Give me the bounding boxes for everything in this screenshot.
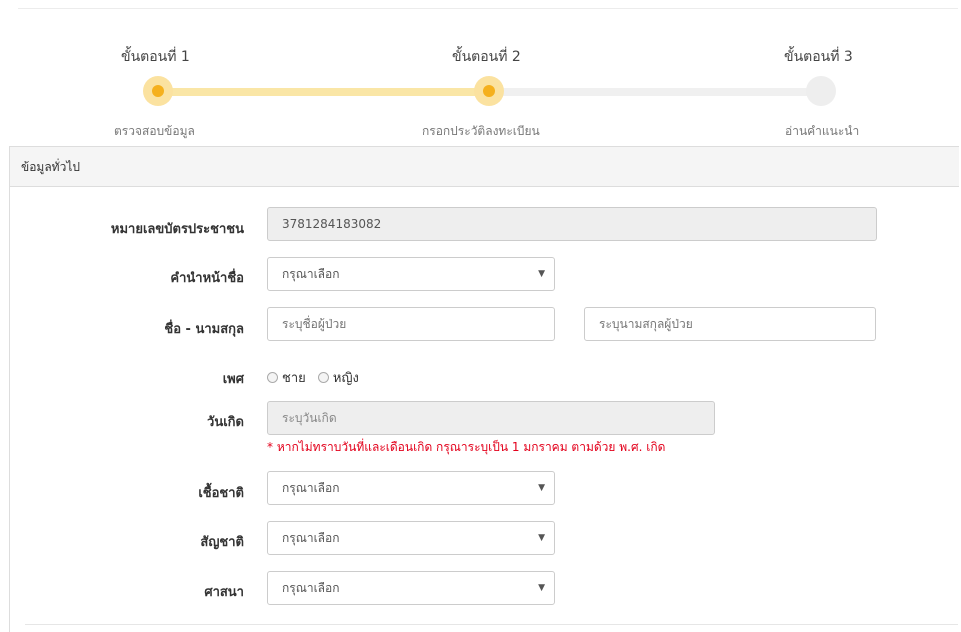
- stepper-track-pending: [488, 88, 823, 96]
- bottom-divider: [25, 624, 958, 625]
- prefix-select[interactable]: กรุณาเลือก ▼: [267, 257, 555, 291]
- step-1-title: ขั้นตอนที่ 1: [121, 49, 190, 65]
- birthdate-hint: * หากไม่ทราบวันที่และเดือนเกิด กรุณาระบุ…: [267, 440, 666, 454]
- gender-radio-group: ชาย หญิง: [267, 367, 367, 388]
- step-3-indicator: [806, 76, 836, 106]
- step-1-subtitle: ตรวจสอบข้อมูล: [114, 124, 195, 138]
- id-card-field: 3781284183082: [267, 207, 877, 241]
- id-card-label: หมายเลขบัตรประชาชน: [110, 222, 244, 237]
- religion-label: ศาสนา: [204, 585, 244, 600]
- registration-stepper: ขั้นตอนที่ 1 ตรวจสอบข้อมูล ขั้นตอนที่ 2 …: [0, 0, 961, 146]
- nationality-label: สัญชาติ: [200, 535, 244, 550]
- step-3-subtitle: อ่านคำแนะนำ: [785, 124, 860, 138]
- caret-down-icon: ▼: [538, 483, 545, 493]
- first-name-input[interactable]: [267, 307, 555, 341]
- gender-female-label[interactable]: หญิง: [333, 371, 359, 386]
- prefix-label: คำนำหน้าชื่อ: [170, 271, 244, 286]
- gender-label: เพศ: [222, 372, 244, 387]
- gender-female-radio[interactable]: [317, 372, 329, 383]
- gender-male-radio[interactable]: [267, 372, 278, 383]
- prefix-select-value: กรุณาเลือก: [282, 267, 340, 281]
- caret-down-icon: ▼: [538, 583, 545, 593]
- ethnicity-select-value: กรุณาเลือก: [282, 481, 340, 495]
- step-3-title: ขั้นตอนที่ 3: [784, 49, 853, 65]
- birthdate-input[interactable]: ระบุวันเกิด: [267, 401, 715, 435]
- ethnicity-label: เชื้อชาติ: [198, 486, 244, 501]
- birthdate-label: วันเกิด: [207, 415, 244, 430]
- step-2-subtitle: กรอกประวัติลงทะเบียน: [422, 124, 540, 138]
- panel-title: ข้อมูลทั่วไป: [10, 147, 959, 187]
- step-1-indicator: [143, 76, 173, 106]
- stepper-track-completed: [158, 88, 488, 96]
- step-2-title: ขั้นตอนที่ 2: [452, 49, 521, 65]
- gender-male-label[interactable]: ชาย: [282, 371, 306, 386]
- name-label: ชื่อ - นามสกุล: [164, 322, 244, 337]
- last-name-input[interactable]: [584, 307, 876, 341]
- religion-select-value: กรุณาเลือก: [282, 581, 340, 595]
- caret-down-icon: ▼: [538, 533, 545, 543]
- general-info-panel: ข้อมูลทั่วไป หมายเลขบัตรประชาชน 37812841…: [9, 146, 959, 632]
- religion-select[interactable]: กรุณาเลือก ▼: [267, 571, 555, 605]
- step-2-indicator: [474, 76, 504, 106]
- caret-down-icon: ▼: [538, 269, 545, 279]
- ethnicity-select[interactable]: กรุณาเลือก ▼: [267, 471, 555, 505]
- nationality-select[interactable]: กรุณาเลือก ▼: [267, 521, 555, 555]
- nationality-select-value: กรุณาเลือก: [282, 531, 340, 545]
